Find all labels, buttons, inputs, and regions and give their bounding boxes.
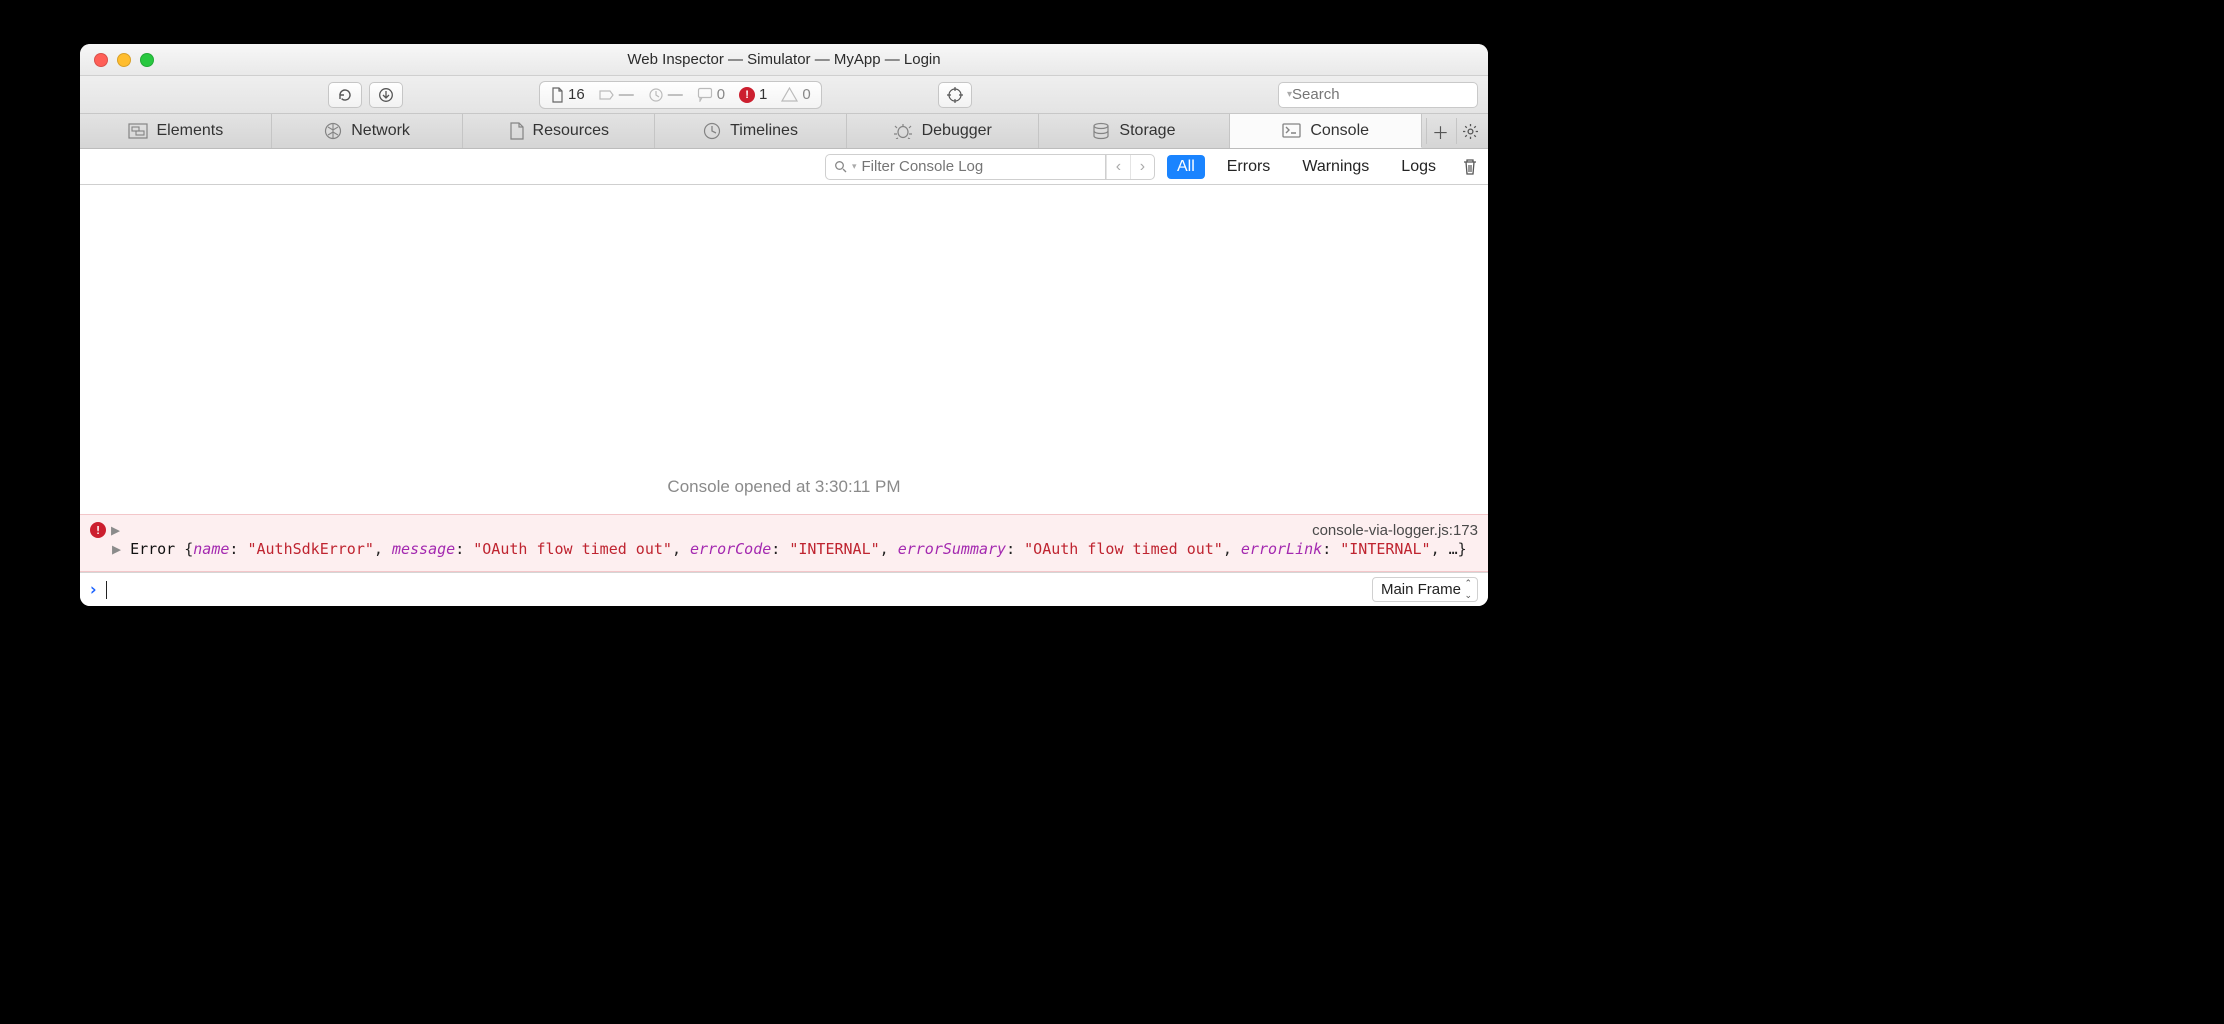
inspector-window: Web Inspector — Simulator — MyApp — Logi… (80, 44, 1488, 606)
console-prompt-bar[interactable]: › Main Frame (80, 572, 1488, 606)
network-icon (324, 122, 342, 140)
messages-count: 0 (717, 86, 725, 103)
console-opened-message: Console opened at 3:30:11 PM (80, 477, 1488, 497)
reload-button[interactable] (328, 82, 362, 108)
time-indicator[interactable]: — (648, 86, 683, 103)
minimize-icon[interactable] (117, 53, 131, 67)
settings-button[interactable] (1456, 118, 1484, 144)
console-filter-bar: ▾ ‹ › All Errors Warnings Logs (80, 149, 1488, 185)
plus-icon: ＋ (1432, 119, 1449, 144)
tab-resources[interactable]: Resources (463, 114, 655, 148)
filter-input[interactable] (862, 158, 1097, 175)
text-caret (106, 581, 107, 599)
resources-icon (509, 122, 524, 140)
crosshair-icon (946, 86, 964, 104)
tab-label: Console (1310, 122, 1369, 140)
filter-warnings[interactable]: Warnings (1292, 155, 1379, 179)
new-tab-button[interactable]: ＋ (1426, 118, 1454, 144)
console-icon (1282, 123, 1301, 138)
tab-elements[interactable]: Elements (80, 114, 272, 148)
error-badge-icon: ! (90, 522, 106, 538)
tab-debugger[interactable]: Debugger (847, 114, 1039, 148)
prev-match-button[interactable]: ‹ (1106, 155, 1130, 179)
inspect-element-button[interactable] (938, 82, 972, 108)
global-search[interactable]: ▾ (1278, 82, 1478, 108)
errors-indicator[interactable]: ! 1 (739, 86, 767, 103)
messages-indicator[interactable]: 0 (697, 86, 725, 103)
filter-errors[interactable]: Errors (1217, 155, 1281, 179)
dashboard-cluster: 16 — — 0 ! 1 0 (539, 81, 822, 109)
errors-count: 1 (759, 86, 767, 103)
tab-label: Debugger (922, 122, 992, 140)
tab-bar: Elements Network Resources Timelines Deb… (80, 114, 1488, 149)
tab-label: Elements (157, 122, 224, 140)
document-icon (550, 87, 564, 103)
titlebar: Web Inspector — Simulator — MyApp — Logi… (80, 44, 1488, 76)
console-filter-search[interactable]: ▾ ‹ › (825, 154, 1155, 180)
close-icon[interactable] (94, 53, 108, 67)
download-button[interactable] (369, 82, 403, 108)
search-icon (834, 160, 847, 173)
disclosure-triangle-icon[interactable]: ▶ (112, 540, 121, 558)
resources-count-value: 16 (568, 86, 585, 103)
error-object-preview[interactable]: ▶ Error {name: "AuthSdkError", message: … (90, 539, 1478, 561)
filter-all[interactable]: All (1167, 155, 1205, 179)
clock-icon (648, 87, 664, 103)
console-error-row[interactable]: ! ▶ console-via-logger.js:173 ▶ Error {n… (80, 514, 1488, 572)
message-icon (697, 87, 713, 102)
toolbar: 16 — — 0 ! 1 0 (80, 76, 1488, 114)
debugger-icon (893, 123, 913, 139)
clear-console-button[interactable] (1462, 158, 1478, 176)
breakpoint-icon (599, 88, 615, 102)
console-body: Console opened at 3:30:11 PM ! ▶ console… (80, 185, 1488, 572)
filter-logs[interactable]: Logs (1391, 155, 1446, 179)
tab-label: Resources (533, 122, 609, 140)
breakpoints-text: — (619, 86, 634, 103)
error-source-link[interactable]: console-via-logger.js:173 (1312, 522, 1478, 539)
storage-icon (1092, 122, 1110, 140)
zoom-icon[interactable] (140, 53, 154, 67)
disclosure-triangle-icon[interactable]: ▶ (111, 521, 120, 539)
error-dot-icon: ! (739, 87, 755, 103)
warnings-count: 0 (802, 86, 810, 103)
tab-console[interactable]: Console (1230, 114, 1422, 148)
breakpoints-indicator[interactable]: — (599, 86, 634, 103)
download-icon (378, 87, 394, 103)
reload-icon (337, 87, 353, 103)
frame-label: Main Frame (1381, 581, 1461, 598)
tab-label: Timelines (730, 122, 798, 140)
tab-storage[interactable]: Storage (1039, 114, 1231, 148)
resources-count[interactable]: 16 (550, 86, 585, 103)
traffic-lights (94, 53, 154, 67)
time-text: — (668, 86, 683, 103)
tab-timelines[interactable]: Timelines (655, 114, 847, 148)
error-label: Error (130, 540, 175, 558)
next-match-button[interactable]: › (1130, 155, 1154, 179)
tab-label: Storage (1119, 122, 1175, 140)
prompt-chevron-icon: › (88, 580, 98, 600)
window-title: Web Inspector — Simulator — MyApp — Logi… (627, 51, 940, 68)
warnings-indicator[interactable]: 0 (781, 86, 810, 103)
search-input[interactable] (1292, 86, 1488, 103)
tab-label: Network (351, 122, 410, 140)
elements-icon (128, 123, 148, 139)
trash-icon (1462, 158, 1478, 176)
gear-icon (1462, 123, 1479, 140)
tab-network[interactable]: Network (272, 114, 464, 148)
warning-icon (781, 87, 798, 102)
execution-context-selector[interactable]: Main Frame (1372, 577, 1478, 602)
timelines-icon (703, 122, 721, 140)
